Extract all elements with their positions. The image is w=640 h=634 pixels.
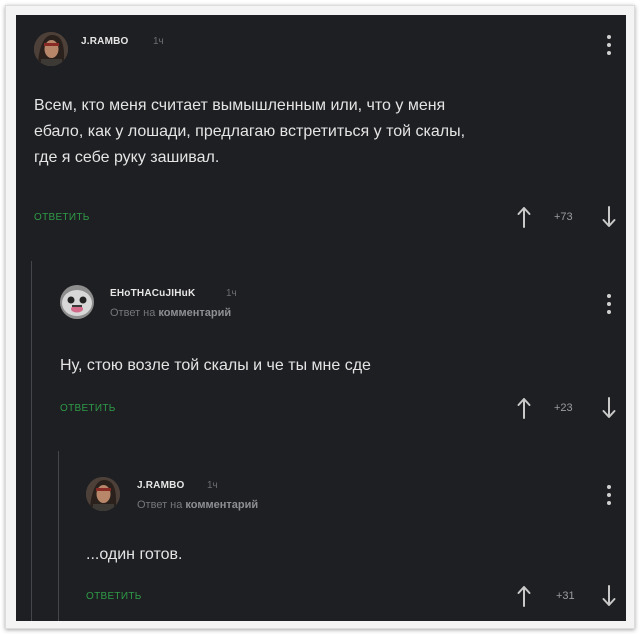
comment-text-line: ...один готов. (86, 546, 183, 563)
author-name[interactable]: J.RAMBO (81, 36, 129, 47)
author-name[interactable]: EHoTHACuJIHuK (110, 288, 195, 299)
arrow-up-icon[interactable] (516, 206, 532, 228)
comment-2: EHoTHACuJIHuK 1ч Ответ на комментарий Ну… (16, 245, 626, 435)
comments-screen: J.RAMBO 1ч Всем, кто меня считает вымышл… (16, 15, 626, 621)
timestamp: 1ч (153, 36, 164, 47)
comment-text-line: Всем, кто меня считает вымышленным или, … (34, 97, 446, 114)
avatar-image (34, 32, 68, 66)
reply-to-note: Ответ на комментарий (137, 499, 258, 511)
comment-3: J.RAMBO 1ч Ответ на комментарий ...один … (16, 435, 626, 621)
avatar[interactable] (60, 285, 94, 319)
kebab-menu-icon[interactable] (606, 34, 612, 56)
arrow-up-icon[interactable] (516, 585, 532, 607)
comment-text: Ну, стою возле той скалы и че ты мне сде (60, 353, 371, 379)
comment-text-line: Ну, стою возле той скалы и че ты мне сде (60, 357, 371, 374)
avatar[interactable] (86, 477, 120, 511)
reply-to-link[interactable]: комментарий (185, 499, 258, 511)
comment-text: ...один готов. (86, 542, 182, 568)
author-name[interactable]: J.RAMBO (137, 480, 185, 491)
reply-to-prefix: Ответ на (137, 499, 183, 511)
timestamp: 1ч (226, 288, 237, 299)
reply-button[interactable]: ОТВЕТИТЬ (34, 212, 90, 223)
score: +73 (554, 211, 573, 223)
arrow-up-icon[interactable] (516, 397, 532, 419)
score: +31 (556, 590, 575, 602)
screenshot-frame: J.RAMBO 1ч Всем, кто меня считает вымышл… (5, 5, 635, 629)
comment-text-line: ебало, как у лошади, предлагаю встретить… (34, 123, 466, 140)
comment-text: Всем, кто меня считает вымышленным или, … (34, 93, 465, 171)
arrow-down-icon[interactable] (601, 397, 617, 419)
comment-text-line: где я себе руку зашивал. (34, 149, 220, 166)
arrow-down-icon[interactable] (601, 585, 617, 607)
reply-to-note: Ответ на комментарий (110, 307, 231, 319)
reply-to-prefix: Ответ на (110, 307, 156, 319)
kebab-menu-icon[interactable] (606, 293, 612, 315)
arrow-down-icon[interactable] (601, 206, 617, 228)
reply-button[interactable]: ОТВЕТИТЬ (86, 591, 142, 602)
score: +23 (554, 402, 573, 414)
kebab-menu-icon[interactable] (606, 484, 612, 506)
avatar-image (60, 285, 94, 319)
avatar-image (86, 477, 120, 511)
reply-to-link[interactable]: комментарий (158, 307, 231, 319)
reply-button[interactable]: ОТВЕТИТЬ (60, 403, 116, 414)
comment-1: J.RAMBO 1ч Всем, кто меня считает вымышл… (16, 15, 626, 245)
avatar[interactable] (34, 32, 68, 66)
timestamp: 1ч (207, 480, 218, 491)
